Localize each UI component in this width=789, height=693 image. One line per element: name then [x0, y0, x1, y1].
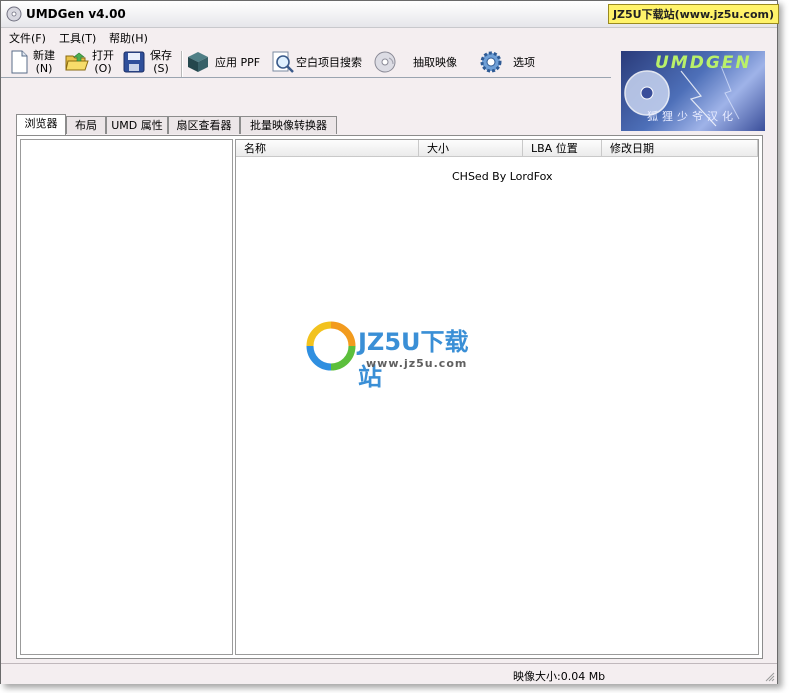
tab-browser[interactable]: 浏览器	[16, 114, 66, 135]
column-lba[interactable]: LBA 位置	[523, 140, 602, 157]
open-shortcut: (O)	[94, 62, 112, 75]
blank-search-label: 空白项目搜索	[296, 55, 362, 69]
patch-cube-icon	[188, 52, 208, 72]
disc-extract-icon	[374, 51, 396, 73]
menu-help[interactable]: 帮助(H)	[109, 30, 148, 46]
new-file-icon	[11, 50, 28, 74]
logo-title: UMDGEN	[655, 53, 752, 73]
menu-tools[interactable]: 工具(T)	[59, 30, 96, 46]
umdgen-logo: UMDGEN 狐狸少爷汉化	[621, 51, 765, 131]
resize-grip-icon[interactable]	[765, 672, 775, 682]
file-list-pane[interactable]: 名称 大小 LBA 位置 修改日期 CHSed By LordFox	[235, 139, 759, 655]
search-magnifier-icon	[272, 51, 294, 73]
toolbar: 新建 (N) 打开 (O) 保存 (S) 应用 PPF 空白项目搜索 抽取映像 …	[1, 47, 611, 78]
save-label: 保存	[150, 49, 172, 62]
tab-sector-viewer[interactable]: 扇区查看器	[168, 116, 240, 134]
watermark: JZ5U下载站 www.jz5u.com	[306, 321, 491, 391]
menu-file[interactable]: 文件(F)	[9, 30, 46, 46]
tab-umd-properties[interactable]: UMD 属性	[106, 116, 168, 134]
tab-layout[interactable]: 布局	[66, 116, 106, 134]
save-disk-icon	[123, 51, 145, 73]
options-button[interactable]: 选项	[479, 47, 535, 77]
site-badge: JZ5U下载站(www.jz5u.com)	[607, 4, 779, 24]
apply-ppf-label: 应用 PPF	[215, 55, 261, 69]
save-shortcut: (S)	[153, 62, 169, 75]
gear-icon	[480, 51, 502, 73]
open-label: 打开	[92, 49, 114, 62]
window-title: UMDGen v4.00	[26, 7, 126, 21]
folder-tree-pane[interactable]	[20, 139, 233, 655]
main-window: UMDGen v4.00 JZ5U下载站(www.jz5u.com) 文件(F)…	[0, 0, 779, 684]
title-bar[interactable]: UMDGen v4.00 JZ5U下载站(www.jz5u.com)	[1, 1, 779, 28]
watermark-logo-icon	[306, 321, 356, 371]
menu-bar: 文件(F) 工具(T) 帮助(H)	[1, 28, 777, 46]
options-label: 选项	[513, 55, 535, 69]
new-button[interactable]: 新建 (N)	[9, 47, 55, 77]
tab-batch-converter[interactable]: 批量映像转换器	[240, 116, 337, 134]
status-bar: 映像大小:0.04 Mb	[1, 663, 777, 684]
apply-ppf-button[interactable]: 应用 PPF	[187, 47, 260, 77]
image-size-status: 映像大小:0.04 Mb	[513, 670, 606, 683]
save-button[interactable]: 保存 (S)	[123, 47, 172, 77]
disc-app-icon	[6, 6, 22, 22]
new-shortcut: (N)	[35, 62, 53, 75]
credit-text: CHSed By LordFox	[452, 170, 553, 183]
browser-panel: 名称 大小 LBA 位置 修改日期 CHSed By LordFox	[16, 135, 763, 659]
logo-subtitle: 狐狸少爷汉化	[647, 110, 737, 123]
column-name[interactable]: 名称	[236, 140, 419, 157]
new-label: 新建	[33, 49, 55, 62]
column-modified-date[interactable]: 修改日期	[602, 140, 758, 157]
open-folder-icon	[65, 52, 89, 71]
column-size[interactable]: 大小	[419, 140, 523, 157]
extract-image-label: 抽取映像	[413, 55, 457, 69]
toolbar-separator	[181, 51, 183, 77]
watermark-url: www.jz5u.com	[366, 357, 468, 370]
extract-image-button[interactable]: 抽取映像	[373, 47, 457, 77]
open-button[interactable]: 打开 (O)	[65, 47, 114, 77]
blank-search-button[interactable]: 空白项目搜索	[271, 47, 362, 77]
